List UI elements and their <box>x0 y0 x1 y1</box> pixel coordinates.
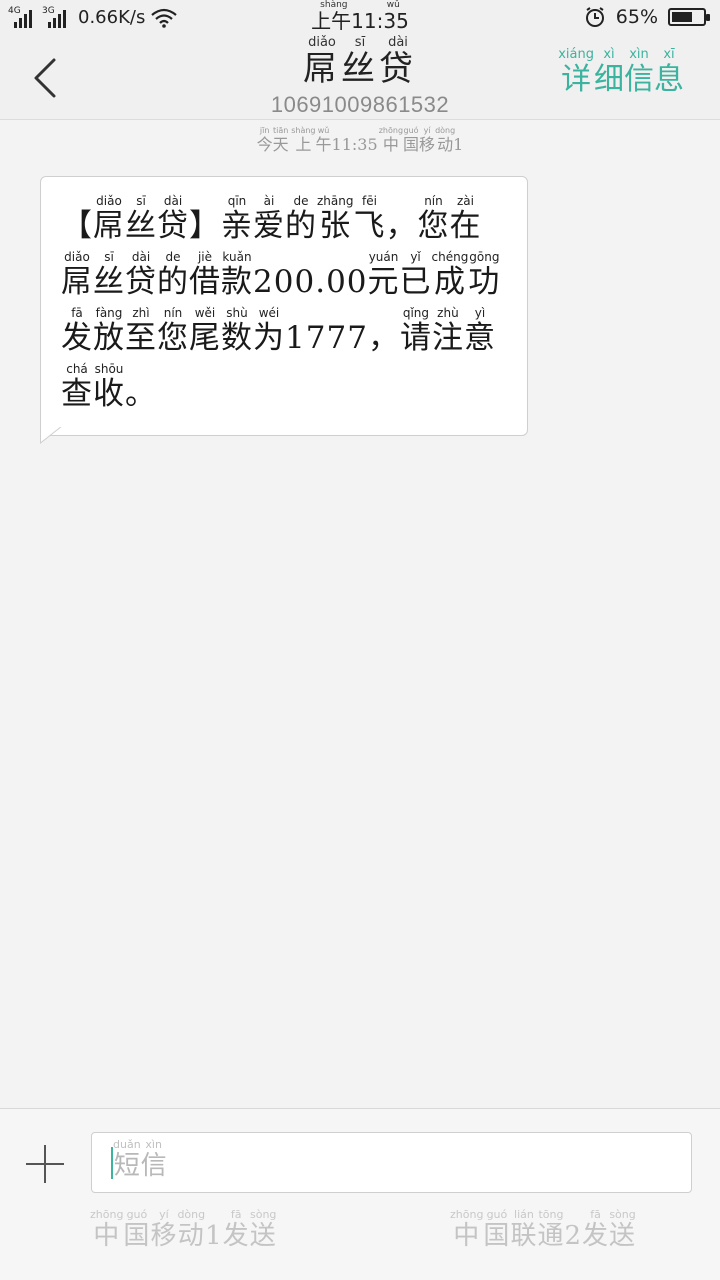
battery-icon <box>668 8 710 26</box>
date-char: 天tiān <box>272 126 289 154</box>
battery-percent: 65% <box>615 6 658 28</box>
add-attachment-button[interactable] <box>24 1143 66 1185</box>
details-char: 信xìn <box>623 47 654 97</box>
send-sim2-char: 国guó <box>483 1208 511 1251</box>
placeholder-char: 信xìn <box>140 1138 167 1181</box>
bubble-tail <box>40 426 63 444</box>
details-char: 细xì <box>593 47 624 97</box>
alarm-icon <box>585 7 604 27</box>
carrier-char: 移yí <box>419 126 436 154</box>
send-sim1-char: 1 <box>205 1221 223 1251</box>
carrier-char: 动dòng <box>435 126 456 154</box>
send-sim2-char: 联lián <box>510 1208 538 1251</box>
status-right: 65% <box>584 6 710 28</box>
send-sim2-char: 通tōng <box>537 1208 565 1251</box>
message-text: 【屌diǎo丝sī贷dài】亲qīn爱ài的de张zhāng飞fēi，您nín在… <box>61 194 501 412</box>
details-char: 息xī <box>653 47 684 97</box>
contact-name-char: 贷dài <box>379 35 417 89</box>
message-bubble[interactable]: 【屌diǎo丝sī贷dài】亲qīn爱ài的de张zhāng飞fēi，您nín在… <box>40 176 528 436</box>
send-sim1-char: 动dòng <box>177 1208 206 1251</box>
send-sim1-char: 移yí <box>150 1208 178 1251</box>
send-sim2-button[interactable]: 中zhōng国guó联lián通tōng2发fā送sòng <box>450 1208 637 1252</box>
time-char: 午wǔ <box>315 126 332 154</box>
placeholder-char: 短duǎn <box>113 1138 141 1181</box>
carrier-char: 中zhōng <box>378 126 404 154</box>
send-sim1-char: 国guó <box>123 1208 151 1251</box>
conversation-header: 屌diǎo丝sī贷dài 10691009861532 详xiáng细xì信xì… <box>0 35 720 120</box>
sms-input-placeholder: 短duǎn信xìn <box>113 1138 167 1182</box>
status-bar: 4G 3G 0.66K/s 上午11:35shàng wǔ 65% <box>0 0 720 36</box>
send-sim1-char: 发fā <box>222 1208 250 1251</box>
send-sim2-char: 中zhōng <box>450 1208 484 1251</box>
details-button[interactable]: 详xiáng细xì信xìn息xī <box>558 47 684 104</box>
sms-input[interactable]: 短duǎn信xìn <box>91 1132 692 1193</box>
time-char: 上shàng <box>291 126 316 154</box>
contact-name-char: 丝sī <box>341 35 379 89</box>
status-time-text: 上午11:35 <box>311 9 409 33</box>
send-sim2-char: 发fā <box>582 1208 610 1251</box>
send-sim2-char: 2 <box>564 1221 583 1251</box>
details-char: 详xiáng <box>558 47 594 97</box>
send-sim1-char: 中zhōng <box>90 1208 124 1251</box>
send-sim2-char: 送sòng <box>609 1208 637 1251</box>
date-char: 今jīn <box>256 126 273 154</box>
status-time-pinyin: shàng wǔ <box>311 0 409 10</box>
compose-bar: 短duǎn信xìn 中zhōng国guó移yí动dòng1发fā送sòng 中z… <box>0 1108 720 1280</box>
contact-name-char: 屌diǎo <box>303 35 341 89</box>
message-timestamp: 今jīn天tiān 上shàng午wǔ11:35 中zhōng国guó移yí动d… <box>256 126 464 154</box>
send-sim1-char: 送sòng <box>249 1208 277 1251</box>
send-sim1-button[interactable]: 中zhōng国guó移yí动dòng1发fā送sòng <box>90 1208 277 1252</box>
carrier-char: 国guó <box>403 126 420 154</box>
message-time: 11:35 <box>331 135 383 154</box>
battery-fill <box>672 12 692 22</box>
